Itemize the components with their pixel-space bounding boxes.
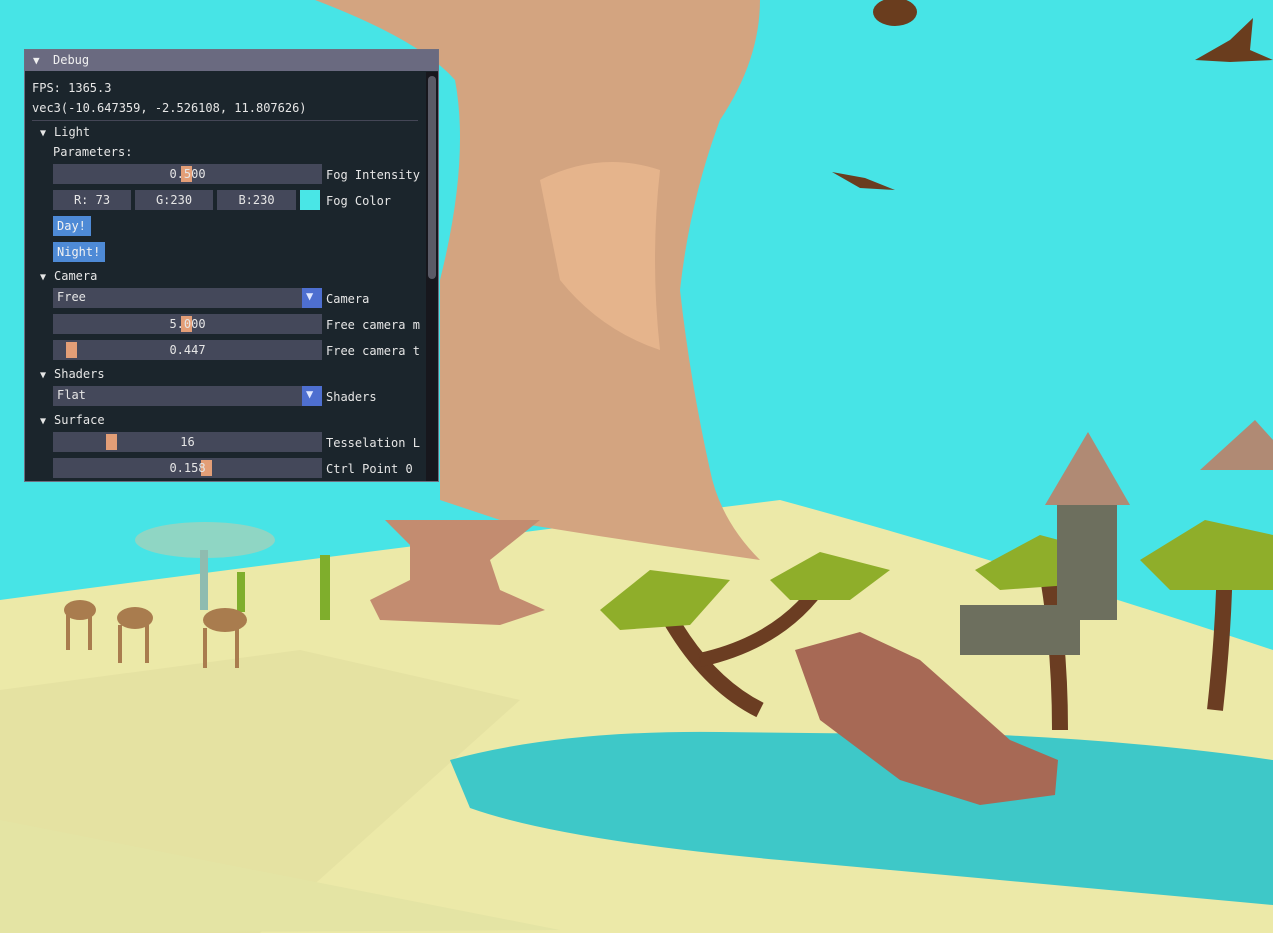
fog-color-g-field[interactable]: G:230 <box>135 190 213 210</box>
fog-color-r-field[interactable]: R: 73 <box>53 190 131 210</box>
collapse-triangle-icon[interactable]: ▼ <box>33 54 40 67</box>
parameters-label: Parameters: <box>53 145 133 159</box>
separator <box>32 120 418 121</box>
camera-header[interactable]: ▼ Camera <box>40 269 97 285</box>
camera-position-readout: vec3(-10.647359, -2.526108, 11.807626) <box>32 101 307 115</box>
debug-window-titlebar[interactable]: ▼ Debug <box>25 50 438 71</box>
combo-selected-value: Flat <box>57 388 86 402</box>
combo-selected-value: Free <box>57 290 86 304</box>
shaders-header[interactable]: ▼ Shaders <box>40 367 105 383</box>
ctrl-point-label: Ctrl Point 0 <box>326 462 413 476</box>
night-button[interactable]: Night! <box>53 242 105 262</box>
free-camera-turn-label: Free camera t <box>326 344 420 358</box>
free-camera-move-slider[interactable]: 5.000 <box>53 314 322 334</box>
surface-header[interactable]: ▼ Surface <box>40 413 105 429</box>
slider-value: 0.447 <box>169 343 206 357</box>
camera-mode-label: Camera <box>326 292 370 306</box>
acacia-trunk <box>200 550 208 610</box>
slider-value: 0.158 <box>169 461 206 475</box>
cactus-1 <box>320 555 330 620</box>
scrollbar-thumb[interactable] <box>428 76 436 279</box>
fps-readout: FPS: 1365.3 <box>32 81 112 95</box>
ctrl-point-slider[interactable]: 0.158 <box>53 458 322 478</box>
camera-mode-combo[interactable]: Free ▼ <box>53 288 322 308</box>
dropdown-arrow-icon[interactable]: ▼ <box>302 288 322 308</box>
expanded-arrow-icon: ▼ <box>40 128 47 139</box>
fog-intensity-label: Fog Intensity <box>326 168 420 182</box>
expanded-arrow-icon: ▼ <box>40 272 47 283</box>
dropdown-arrow-icon[interactable]: ▼ <box>302 386 322 406</box>
debug-window-scrollbar[interactable] <box>426 72 438 481</box>
shader-mode-combo[interactable]: Flat ▼ <box>53 386 322 406</box>
shader-mode-label: Shaders <box>326 390 377 404</box>
debug-window-content[interactable]: FPS: 1365.3 vec3(-10.647359, -2.526108, … <box>25 72 425 481</box>
light-header[interactable]: ▼ Light <box>40 125 90 141</box>
day-button[interactable]: Day! <box>53 216 91 236</box>
fog-color-swatch[interactable] <box>300 190 320 210</box>
free-camera-turn-slider[interactable]: 0.447 <box>53 340 322 360</box>
debug-window[interactable]: ▼ Debug FPS: 1365.3 vec3(-10.647359, -2.… <box>24 49 439 482</box>
fog-color-b-field[interactable]: B:230 <box>217 190 296 210</box>
window-title: Debug <box>53 53 90 67</box>
cactus-2 <box>237 572 245 612</box>
free-camera-move-label: Free camera m <box>326 318 420 332</box>
slider-value: 16 <box>180 435 195 449</box>
fog-color-label: Fog Color <box>326 194 392 208</box>
slider-value: 5.000 <box>169 317 206 331</box>
village-tower <box>1057 500 1117 620</box>
expanded-arrow-icon: ▼ <box>40 370 47 381</box>
slider-value: 0.500 <box>169 167 206 181</box>
fog-intensity-slider[interactable]: 0.500 <box>53 164 322 184</box>
expanded-arrow-icon: ▼ <box>40 416 47 427</box>
tesselation-level-label: Tesselation L <box>326 436 420 450</box>
tesselation-level-slider[interactable]: 16 <box>53 432 322 452</box>
